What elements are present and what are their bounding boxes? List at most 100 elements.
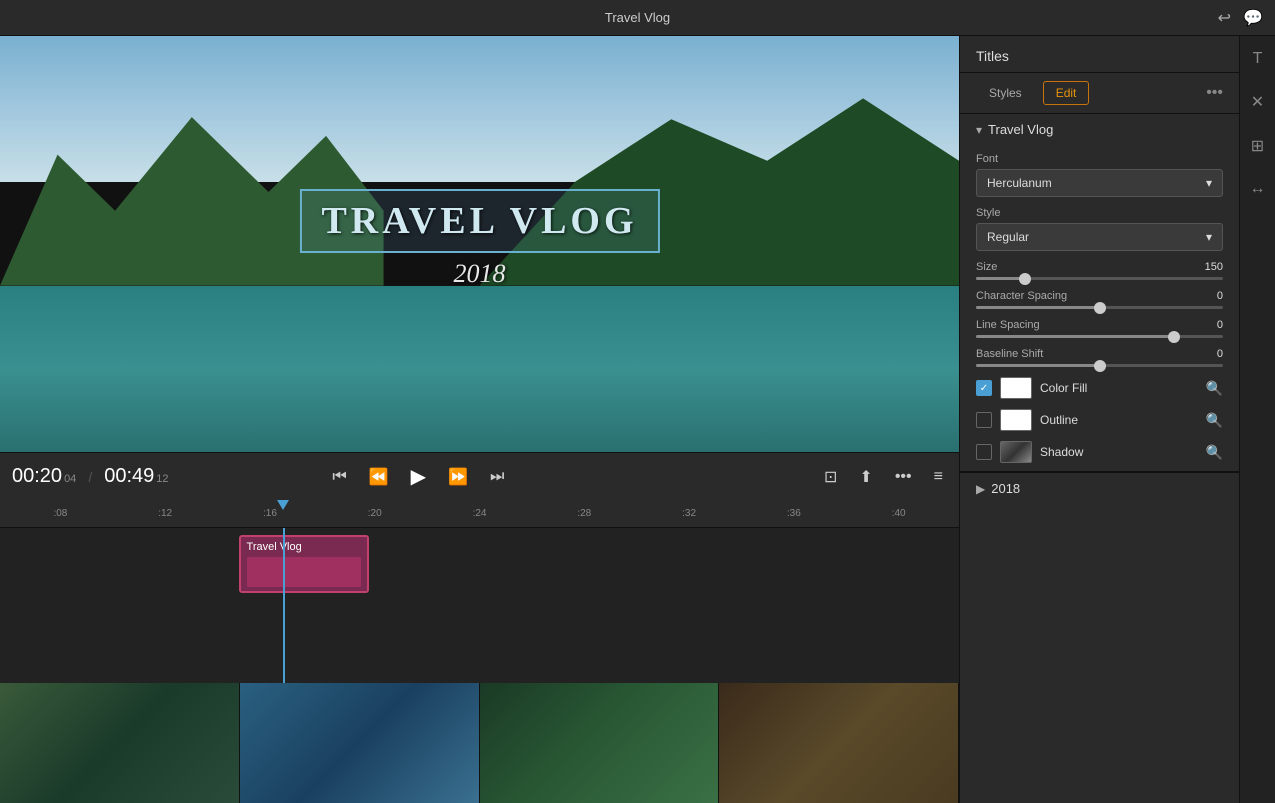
playback-controls: ⏮ ⏪ ▶ ⏩ ⏭ (328, 460, 508, 493)
outline-checkbox[interactable] (976, 412, 992, 428)
skip-to-end-button[interactable]: ⏭ (486, 464, 508, 490)
size-label: Size (976, 261, 997, 273)
outline-row: Outline 🔍 (976, 409, 1223, 431)
section-2018-chevron: ▶ (976, 482, 985, 496)
current-time-main: 00:20 (12, 465, 62, 488)
tab-styles[interactable]: Styles (976, 81, 1035, 105)
character-spacing-thumb[interactable] (1094, 302, 1106, 314)
left-panel: TRAVEL VLOG 2018 00:20 04 / 00:49 12 ⏮ ⏪… (0, 36, 959, 803)
total-time-display: 00:49 12 (104, 465, 168, 488)
video-subtitle-text: 2018 (299, 259, 659, 289)
sidebar-icon-titles[interactable]: T (1247, 44, 1269, 74)
section-2018-header[interactable]: ▶ 2018 (960, 472, 1239, 504)
size-slider-row: Size 150 (976, 261, 1223, 280)
outline-swatch[interactable] (1000, 409, 1032, 431)
menu-button[interactable]: ≡ (930, 464, 947, 490)
character-spacing-label: Character Spacing (976, 290, 1067, 302)
shadow-checkbox[interactable] (976, 444, 992, 460)
title-clip-inner (247, 557, 361, 587)
line-spacing-fill (976, 335, 1174, 338)
style-field: Style Regular ▾ (976, 207, 1223, 251)
font-chevron: ▾ (1206, 176, 1212, 190)
section-travel-vlog-header[interactable]: ▾ Travel Vlog (960, 114, 1239, 145)
font-select[interactable]: Herculanum ▾ (976, 169, 1223, 197)
size-track[interactable] (976, 277, 1223, 280)
baseline-shift-value: 0 (1217, 348, 1223, 360)
step-back-button[interactable]: ⏪ (365, 463, 393, 491)
thumbnail-2 (240, 683, 480, 803)
line-spacing-slider-row: Line Spacing 0 (976, 319, 1223, 338)
titles-panel-content: Titles Styles Edit ••• ▾ Travel Vlog (960, 36, 1239, 803)
total-time-frames: 12 (156, 473, 168, 485)
outline-label: Outline (1040, 413, 1198, 427)
export-button[interactable]: ⬆ (855, 463, 876, 491)
color-fill-eyedropper-icon[interactable]: 🔍 (1206, 380, 1223, 397)
sidebar-icon-transform[interactable]: ↔ (1244, 174, 1272, 204)
tab-more-icon[interactable]: ••• (1206, 84, 1223, 102)
step-forward-button[interactable]: ⏩ (444, 463, 472, 491)
main-area: TRAVEL VLOG 2018 00:20 04 / 00:49 12 ⏮ ⏪… (0, 36, 1275, 803)
character-spacing-header: Character Spacing 0 (976, 290, 1223, 302)
right-sidebar-icons: T ✕ ⊞ ↔ (1239, 36, 1275, 803)
shadow-row: Shadow 🔍 (976, 441, 1223, 463)
video-preview: TRAVEL VLOG 2018 (0, 36, 959, 452)
playhead-marker (277, 500, 289, 510)
thumbnail-3 (480, 683, 720, 803)
tab-edit[interactable]: Edit (1043, 81, 1090, 105)
tabs-row: Styles Edit ••• (960, 73, 1239, 114)
outline-eyedropper-icon[interactable]: 🔍 (1206, 412, 1223, 429)
style-value: Regular (987, 230, 1029, 244)
current-time-display: 00:20 04 (12, 465, 76, 488)
style-chevron: ▾ (1206, 230, 1212, 244)
size-thumb[interactable] (1019, 273, 1031, 285)
ruler-mark-8: :40 (846, 508, 951, 519)
titles-panel: Titles Styles Edit ••• ▾ Travel Vlog (959, 36, 1239, 803)
video-water (0, 286, 959, 452)
baseline-shift-track[interactable] (976, 364, 1223, 367)
playback-bar: 00:20 04 / 00:49 12 ⏮ ⏪ ▶ ⏩ ⏭ ⊡ ⬆ ••• ≡ (0, 452, 959, 500)
baseline-shift-slider-row: Baseline Shift 0 (976, 348, 1223, 367)
section-travel-vlog-name: Travel Vlog (988, 122, 1053, 137)
edit-section: Font Herculanum ▾ Style Regular ▾ (960, 145, 1239, 471)
size-fill (976, 277, 1025, 280)
ruler-mark-3: :20 (322, 508, 427, 519)
title-clip[interactable]: Travel Vlog (239, 535, 369, 593)
timeline-tracks: Travel Vlog (0, 528, 959, 683)
skip-to-start-button[interactable]: ⏮ (328, 464, 350, 490)
color-fill-checkbox[interactable] (976, 380, 992, 396)
line-spacing-track[interactable] (976, 335, 1223, 338)
character-spacing-track[interactable] (976, 306, 1223, 309)
more-button[interactable]: ••• (891, 464, 916, 490)
style-label: Style (976, 207, 1223, 219)
chat-icon[interactable]: 💬 (1243, 8, 1263, 28)
panel-title: Titles (976, 48, 1009, 64)
font-field: Font Herculanum ▾ (976, 153, 1223, 197)
sidebar-icon-grid[interactable]: ⊞ (1245, 130, 1270, 162)
shadow-swatch[interactable] (1000, 441, 1032, 463)
color-fill-row: Color Fill 🔍 (976, 377, 1223, 399)
undo-icon[interactable]: ↩ (1218, 8, 1231, 28)
color-fill-swatch[interactable] (1000, 377, 1032, 399)
line-spacing-thumb[interactable] (1168, 331, 1180, 343)
style-select[interactable]: Regular ▾ (976, 223, 1223, 251)
total-time-main: 00:49 (104, 465, 154, 488)
ruler-mark-5: :28 (532, 508, 637, 519)
top-bar: Travel Vlog ↩ 💬 (0, 0, 1275, 36)
ruler-marks: :08 :12 :16 :20 :24 :28 :32 :36 :40 (8, 508, 951, 519)
ruler-mark-0: :08 (8, 508, 113, 519)
top-bar-actions: ↩ 💬 (1218, 8, 1263, 28)
font-label: Font (976, 153, 1223, 165)
character-spacing-fill (976, 306, 1100, 309)
thumbnail-1 (0, 683, 240, 803)
shadow-eyedropper-icon[interactable]: 🔍 (1206, 444, 1223, 461)
ruler-mark-1: :12 (113, 508, 218, 519)
crop-button[interactable]: ⊡ (820, 463, 841, 491)
section-chevron-open: ▾ (976, 123, 982, 137)
baseline-shift-thumb[interactable] (1094, 360, 1106, 372)
thumbnail-4 (719, 683, 959, 803)
right-panels-row: Titles Styles Edit ••• ▾ Travel Vlog (959, 36, 1275, 803)
video-title-box: TRAVEL VLOG (299, 189, 659, 253)
sidebar-icon-close[interactable]: ✕ (1245, 86, 1270, 118)
play-button[interactable]: ▶ (407, 460, 430, 493)
baseline-shift-label: Baseline Shift (976, 348, 1043, 360)
